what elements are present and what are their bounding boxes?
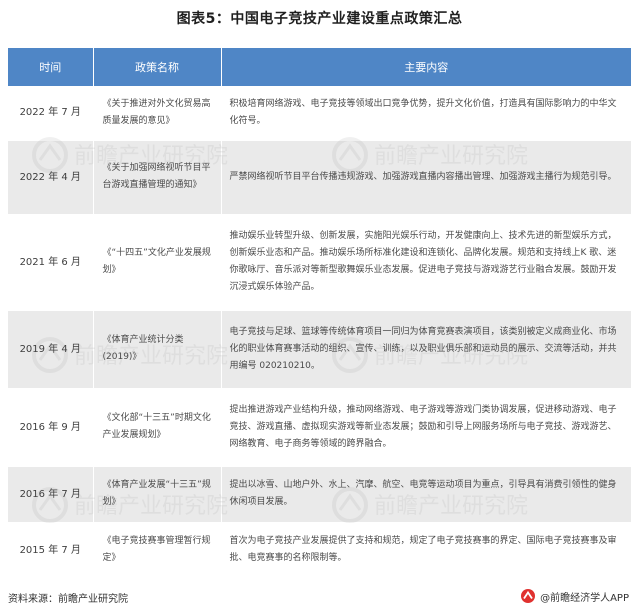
row-content: 提出推进游戏产业结构升级，推动网络游戏、电子游戏等游戏门类协调发展，促进移动游戏… (221, 388, 631, 467)
row-time: 2021 年 6 月 (8, 214, 94, 311)
row-content: 首次为电子竞技产业发展提供了支持和规范，规定了电子竞技赛事的界定、国际电子竞技赛… (221, 522, 631, 579)
row-policy-name: 《电子竞技赛事管理暂行规定》 (93, 522, 222, 579)
table-row: 2016 年 7 月 《体育产业发展“十三五”规划》 提出以冰雪、山地户外、水上… (8, 466, 631, 523)
table-row: 2016 年 9 月 《文化部“十三五”时期文化产业发展规划》 提出推进游戏产业… (8, 388, 631, 467)
table-row: 2019 年 4 月 《体育产业统计分类(2019)》 电子竞技与足球、篮球等传… (8, 310, 631, 389)
row-time: 2019 年 4 月 (8, 310, 94, 389)
page-title: 图表5：中国电子竞技产业建设重点政策汇总 (176, 11, 463, 27)
header-policy-name: 政策名称 (93, 48, 222, 86)
table-row: 2022 年 7 月 《关于推进对外文化贸易高质量发展的意见》 积极培育网络游戏… (8, 86, 631, 141)
row-policy-name: 《关于推进对外文化贸易高质量发展的意见》 (93, 86, 222, 141)
table-header-row: 时间 政策名称 主要内容 (8, 48, 631, 86)
brand-footer: @前瞻经济学人APP (520, 588, 629, 604)
source-note: 资料来源：前瞻产业研究院 (8, 594, 128, 605)
row-time: 2022 年 7 月 (8, 86, 94, 141)
row-content: 严禁网络视听节目平台传播违规游戏、加强游戏直播内容播出管理、加强游戏主播行为规范… (221, 140, 631, 215)
header-time: 时间 (8, 48, 94, 86)
qianzhan-logo-icon (521, 589, 536, 603)
table-row: 2015 年 7 月 《电子竞技赛事管理暂行规定》 首次为电子竞技产业发展提供了… (8, 522, 631, 579)
row-policy-name: 《文化部“十三五”时期文化产业发展规划》 (93, 388, 222, 467)
row-policy-name: 《关于加强网络视听节目平台游戏直播管理的通知》 (93, 140, 222, 215)
brand-text: @前瞻经济学人APP (540, 592, 629, 604)
row-content: 积极培育网络游戏、电子竞技等领域出口竞争优势，提升文化价值，打造具有国际影响力的… (221, 86, 631, 141)
row-time: 2022 年 4 月 (8, 140, 94, 215)
header-main-content: 主要内容 (221, 48, 631, 86)
row-policy-name: 《体育产业发展“十三五”规划》 (93, 466, 222, 523)
row-content: 提出以冰雪、山地户外、水上、汽摩、航空、电竞等运动项目为重点，引导具有消费引领性… (221, 466, 631, 523)
table-row: 2022 年 4 月 《关于加强网络视听节目平台游戏直播管理的通知》 严禁网络视… (8, 140, 631, 215)
table-row: 2021 年 6 月 《“十四五”文化产业发展规划》 推动娱乐业转型升级、创新发… (8, 214, 631, 311)
row-policy-name: 《体育产业统计分类(2019)》 (93, 310, 222, 389)
row-content: 电子竞技与足球、篮球等传统体育项目一同归为体育竞赛表演项目，该类别被定义成商业化… (221, 310, 631, 389)
row-time: 2015 年 7 月 (8, 522, 94, 579)
row-time: 2016 年 9 月 (8, 388, 94, 467)
row-policy-name: 《“十四五”文化产业发展规划》 (93, 214, 222, 311)
row-content: 推动娱乐业转型升级、创新发展，实施阳光娱乐行动，开发健康向上、技术先进的新型娱乐… (221, 214, 631, 311)
row-time: 2016 年 7 月 (8, 466, 94, 523)
policy-table: 时间 政策名称 主要内容 2022 年 7 月 《关于推进对外文化贸易高质量发展… (8, 48, 631, 579)
